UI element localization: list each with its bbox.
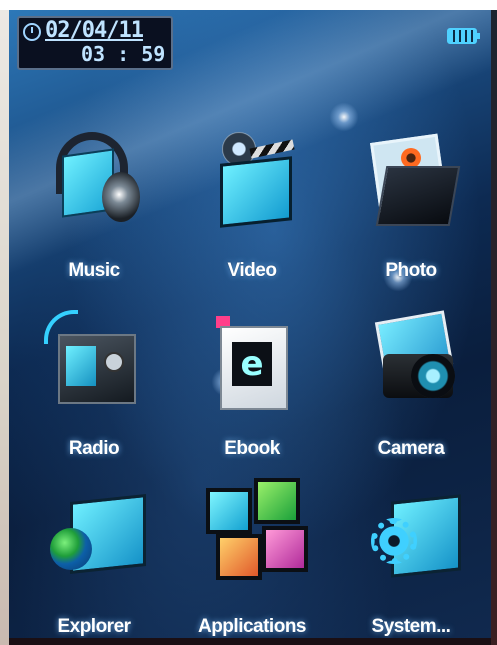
app-camera[interactable]: Camera — [336, 300, 486, 460]
app-label-camera: Camera — [377, 438, 445, 459]
applications-tiles-icon — [202, 478, 308, 580]
app-label-music: Music — [68, 260, 120, 281]
video-film-icon — [202, 132, 302, 232]
app-label-radio: Radio — [68, 438, 120, 459]
app-label-ebook: Ebook — [224, 438, 280, 459]
radio-icon — [44, 310, 144, 410]
device-frame-top — [0, 0, 497, 10]
photo-album-icon — [361, 132, 461, 232]
app-video[interactable]: Video — [177, 122, 327, 282]
app-photo[interactable]: Photo — [336, 122, 486, 282]
ebook-icon: e — [202, 310, 302, 410]
app-label-explorer: Explorer — [57, 616, 131, 637]
app-applications[interactable]: Applications — [177, 478, 327, 638]
music-headphones-icon — [44, 132, 144, 232]
app-system[interactable]: System... — [336, 478, 486, 638]
home-screen: 02/04/11 03 : 59 Music Video Photo Radio… — [9, 10, 491, 638]
app-ebook[interactable]: e Ebook — [177, 300, 327, 460]
app-music[interactable]: Music — [19, 122, 169, 282]
app-label-photo: Photo — [385, 260, 437, 281]
app-radio[interactable]: Radio — [19, 300, 169, 460]
device-frame-left — [0, 10, 9, 645]
camera-icon — [361, 310, 461, 410]
app-explorer[interactable]: Explorer — [19, 478, 169, 638]
app-label-system: System... — [371, 616, 451, 637]
app-label-video: Video — [227, 260, 277, 281]
app-grid: Music Video Photo Radio e Ebook Camera E… — [9, 10, 491, 638]
system-gear-icon — [361, 488, 461, 588]
explorer-globe-icon — [44, 488, 146, 588]
app-label-applications: Applications — [197, 616, 307, 637]
device-frame-right — [491, 10, 497, 645]
